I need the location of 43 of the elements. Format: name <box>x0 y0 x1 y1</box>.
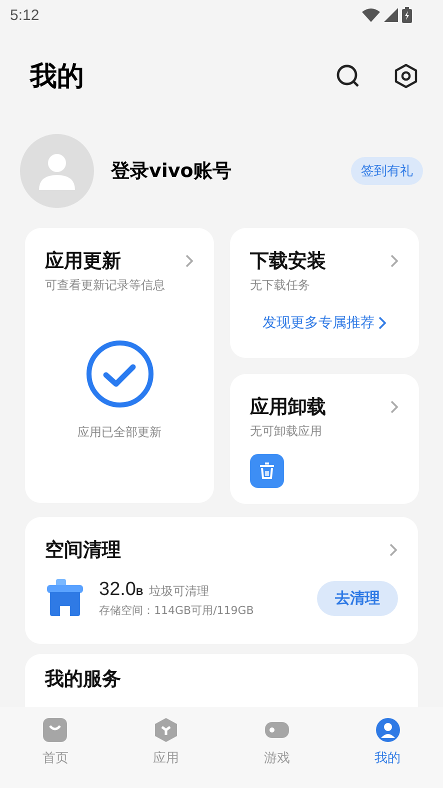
cleanup-card[interactable]: 空间清理 32.0B 垃圾可清理 存储空间：114GB可用/119GB 去清理 <box>25 517 418 644</box>
card-title: 空间清理 <box>45 538 121 563</box>
signal-icon <box>384 8 398 22</box>
card-title: 我的服务 <box>45 668 121 690</box>
card-title: 应用卸载 <box>250 395 326 420</box>
checkmark-icon <box>86 340 154 408</box>
update-card[interactable]: 应用更新 可查看更新记录等信息 应用已全部更新 <box>25 228 214 503</box>
chevron-icon <box>390 400 399 414</box>
trash-icon <box>250 454 284 488</box>
chevron-icon <box>185 254 194 268</box>
nav-tab[interactable]: 游戏 <box>222 717 332 779</box>
nav-tab[interactable]: 首页 <box>0 717 111 779</box>
person-icon <box>38 152 76 190</box>
nav-tab[interactable]: 我的 <box>332 717 443 779</box>
card-title: 应用更新 <box>45 249 121 274</box>
search-button[interactable] <box>335 63 361 89</box>
nav-tab[interactable]: 应用 <box>110 717 222 779</box>
uninstall-card[interactable]: 应用卸载 无可卸载应用 <box>230 374 419 504</box>
check-in-button[interactable]: 签到有礼 <box>351 157 423 185</box>
download-card[interactable]: 下载安装 无下载任务 发现更多专属推荐 <box>230 228 419 358</box>
login-link[interactable]: 登录vivo账号 <box>111 158 351 184</box>
junk-amount: 32.0B <box>99 578 144 600</box>
update-status: 应用已全部更新 <box>78 424 162 441</box>
hexagon-icon <box>153 717 180 743</box>
card-subtitle: 无下载任务 <box>250 277 311 294</box>
chevron-icon <box>389 543 398 557</box>
clean-button[interactable]: 去清理 <box>317 580 398 616</box>
battery-icon <box>402 7 412 23</box>
card-subtitle: 可查看更新记录等信息 <box>45 277 166 294</box>
status-time: 5:12 <box>10 6 40 24</box>
chevron-icon <box>378 316 386 330</box>
settings-button[interactable] <box>393 63 419 89</box>
page-title: 我的 <box>30 60 84 94</box>
person-icon <box>374 717 401 743</box>
card-subtitle: 无可卸载应用 <box>250 423 323 440</box>
wifi-icon <box>362 8 380 22</box>
storage-info: 存储空间：114GB可用/119GB <box>99 602 255 618</box>
junk-label: 垃圾可清理 <box>149 582 210 600</box>
chevron-icon <box>390 254 399 268</box>
recommend-link[interactable]: 发现更多专属推荐 <box>262 314 386 332</box>
broom-box-icon <box>45 578 85 618</box>
card-title: 下载安装 <box>250 249 326 274</box>
bag-icon <box>42 717 68 743</box>
